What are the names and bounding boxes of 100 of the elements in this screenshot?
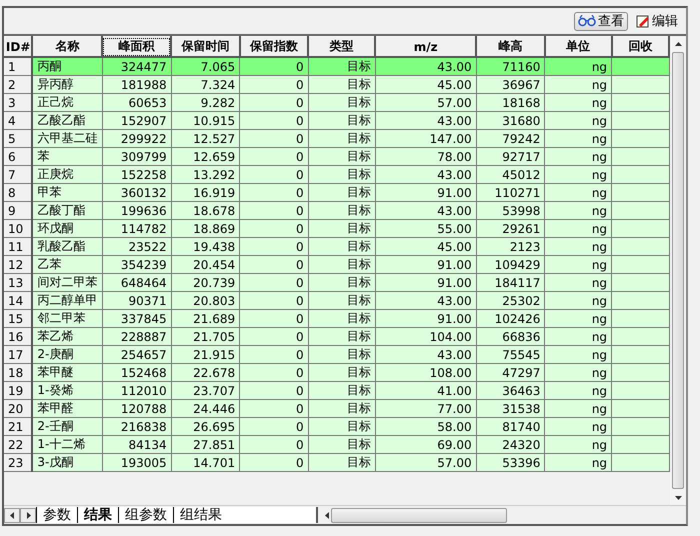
table-cell: 31680 (476, 112, 545, 130)
previous-sheet-button[interactable] (4, 508, 20, 522)
table-cell: ng (544, 112, 612, 130)
table-cell: 0 (240, 418, 308, 436)
table-cell: ng (544, 274, 612, 292)
row-header[interactable]: 12 (4, 256, 32, 274)
table-cell: 84134 (102, 436, 172, 454)
row-header[interactable]: 6 (4, 148, 32, 166)
table-cell: 3-戊酮 (32, 454, 102, 472)
sheet-tab[interactable]: 组结果 (173, 507, 228, 523)
row-header[interactable]: 18 (4, 364, 32, 382)
column-header[interactable]: 名称 (32, 36, 102, 57)
row-header[interactable]: 7 (4, 166, 32, 184)
table-cell: 20.454 (171, 256, 240, 274)
table-cell: ng (544, 328, 612, 346)
row-header[interactable]: 9 (4, 202, 32, 220)
table-cell: 目标 (308, 418, 376, 436)
vertical-scrollbar[interactable] (670, 36, 686, 505)
table-cell: 114782 (102, 220, 172, 238)
table-cell: 43.00 (375, 166, 476, 184)
next-sheet-button[interactable] (20, 508, 36, 522)
table-cell: 目标 (308, 328, 376, 346)
row-header[interactable]: 2 (4, 76, 32, 94)
table-cell: 102426 (476, 310, 545, 328)
column-header[interactable]: 单位 (544, 36, 612, 57)
table-cell: 0 (240, 364, 308, 382)
table-cell: 75545 (476, 346, 545, 364)
table-cell: 60653 (102, 94, 172, 112)
row-header[interactable]: 13 (4, 274, 32, 292)
row-header[interactable]: 3 (4, 94, 32, 112)
table-cell: 0 (240, 94, 308, 112)
table-cell: 0 (240, 310, 308, 328)
column-header[interactable]: 保留指数 (240, 36, 308, 57)
table-cell: 43.00 (375, 346, 476, 364)
table-cell: 0 (240, 166, 308, 184)
table-cell: 1-癸烯 (32, 382, 102, 400)
table-cell: 0 (240, 57, 308, 76)
table-cell: 27.851 (171, 436, 240, 454)
row-header[interactable]: 11 (4, 238, 32, 256)
table-cell: 53998 (476, 202, 545, 220)
table-cell: ng (544, 184, 612, 202)
column-header[interactable]: 回收 (612, 36, 669, 57)
table-cell: 91.00 (375, 310, 476, 328)
table-cell: 152907 (102, 112, 172, 130)
view-button[interactable]: 查看 (574, 12, 628, 30)
glasses-icon (578, 15, 596, 27)
table-cell: 目标 (308, 148, 376, 166)
table-cell: 69.00 (375, 436, 476, 454)
row-header[interactable]: 8 (4, 184, 32, 202)
row-header[interactable]: 22 (4, 436, 32, 454)
row-header[interactable]: 19 (4, 382, 32, 400)
table-cell: ng (544, 94, 612, 112)
table-cell: 目标 (308, 130, 376, 148)
table-cell: 目标 (308, 382, 376, 400)
column-header[interactable]: m/z (375, 36, 476, 57)
edit-button[interactable]: 编辑 (632, 12, 682, 30)
row-header[interactable]: 4 (4, 112, 32, 130)
sheet-tab[interactable]: 结果 (77, 507, 118, 523)
table-cell: 丙酮 (32, 57, 102, 76)
row-header[interactable]: 5 (4, 130, 32, 148)
row-header[interactable]: 23 (4, 454, 32, 472)
table-cell: 309799 (102, 148, 172, 166)
table-cell: 苯甲醚 (32, 364, 102, 382)
row-header[interactable]: 14 (4, 292, 32, 310)
left-arrow-icon (8, 512, 16, 518)
table-cell: 58.00 (375, 418, 476, 436)
table-cell: 目标 (308, 346, 376, 364)
row-header[interactable]: 17 (4, 346, 32, 364)
table-cell: 0 (240, 202, 308, 220)
table-cell: 25302 (476, 292, 545, 310)
table-cell: 20.803 (171, 292, 240, 310)
column-header[interactable]: 峰面积 (102, 36, 172, 57)
row-header[interactable]: 1 (4, 57, 32, 76)
table-cell: 目标 (308, 364, 376, 382)
sheet-tab[interactable]: 参数 (36, 507, 77, 523)
table-cell: 66836 (476, 328, 545, 346)
table-cell: 0 (240, 454, 308, 472)
table-cell: ng (544, 238, 612, 256)
table-cell: 0 (240, 328, 308, 346)
column-header[interactable]: 峰高 (476, 36, 545, 57)
column-header[interactable]: 保留时间 (171, 36, 240, 57)
table-cell: 目标 (308, 94, 376, 112)
table-cell: 目标 (308, 310, 376, 328)
table-cell: 7.324 (171, 76, 240, 94)
table-cell: 55.00 (375, 220, 476, 238)
row-header[interactable]: 21 (4, 418, 32, 436)
sheet-tab[interactable]: 组参数 (118, 507, 173, 523)
column-header[interactable]: 类型 (308, 36, 376, 57)
table-cell: 0 (240, 148, 308, 166)
row-header[interactable]: 10 (4, 220, 32, 238)
row-header[interactable]: 16 (4, 328, 32, 346)
table-cell: ng (544, 310, 612, 328)
table-cell: ng (544, 76, 612, 94)
column-header[interactable]: ID# (4, 36, 32, 57)
table-cell: 0 (240, 184, 308, 202)
row-header[interactable]: 20 (4, 400, 32, 418)
row-header[interactable]: 15 (4, 310, 32, 328)
table-cell: ng (544, 346, 612, 364)
table-cell: 22.678 (171, 364, 240, 382)
table-cell: 目标 (308, 76, 376, 94)
